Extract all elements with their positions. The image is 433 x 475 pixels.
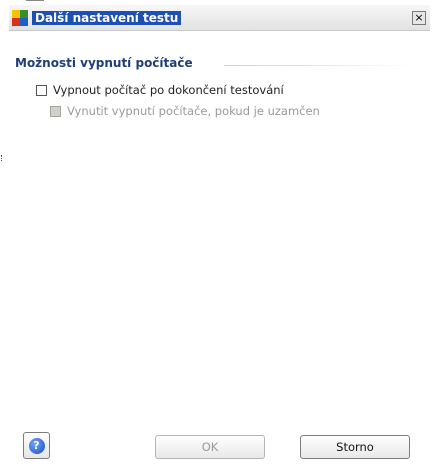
ok-button[interactable]: OK bbox=[155, 435, 265, 459]
section-divider bbox=[224, 65, 414, 66]
window-title: Další nastavení testu bbox=[32, 11, 182, 25]
force-shutdown-checkbox bbox=[50, 105, 61, 117]
shutdown-checkbox[interactable] bbox=[36, 84, 47, 96]
cancel-button[interactable]: Storno bbox=[300, 435, 410, 459]
artifact-mark bbox=[1, 155, 4, 161]
shutdown-label: Vypnout počítač po dokončení testování bbox=[53, 83, 284, 97]
option-shutdown-row[interactable]: Vypnout počítač po dokončení testování bbox=[36, 83, 284, 97]
close-icon[interactable]: × bbox=[412, 11, 426, 25]
option-force-shutdown-row: Vynutit vypnutí počítače, pokud je uzamč… bbox=[50, 104, 320, 118]
app-icon bbox=[12, 10, 28, 26]
force-shutdown-label: Vynutit vypnutí počítače, pokud je uzamč… bbox=[67, 104, 320, 118]
section-title: Možnosti vypnutí počítače bbox=[15, 56, 193, 70]
help-button[interactable]: ? bbox=[23, 432, 50, 459]
artifact-line bbox=[26, 0, 44, 4]
title-bar[interactable]: Další nastavení testu × bbox=[9, 5, 430, 31]
help-icon: ? bbox=[28, 437, 45, 454]
dialog-window: Další nastavení testu × Možnosti vypnutí… bbox=[9, 5, 430, 472]
